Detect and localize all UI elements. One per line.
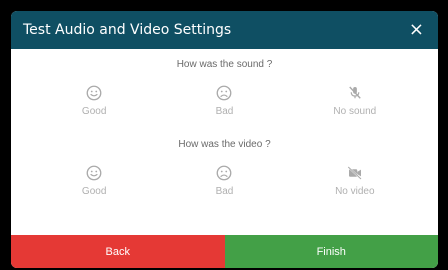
frown-icon bbox=[217, 85, 232, 101]
video-bad-label: Bad bbox=[215, 186, 234, 197]
mic-off-icon bbox=[349, 86, 361, 99]
no-sound-option[interactable]: No sound bbox=[305, 84, 405, 117]
sound-question: How was the sound ? bbox=[176, 59, 273, 70]
finish-button[interactable]: Finish bbox=[224, 235, 438, 268]
smile-icon bbox=[86, 85, 102, 101]
dialog-header: Test Audio and Video Settings × bbox=[11, 11, 438, 49]
sound-section: How was the sound ? Good Bad No sound bbox=[11, 59, 438, 117]
sound-bad-label: Bad bbox=[215, 106, 234, 117]
sound-bad-option[interactable]: Bad bbox=[174, 84, 274, 117]
sound-good-label: Good bbox=[81, 106, 107, 117]
frown-icon bbox=[217, 165, 232, 181]
dialog-title: Test Audio and Video Settings bbox=[23, 22, 232, 38]
video-off-icon bbox=[347, 166, 362, 180]
no-sound-label: No sound bbox=[333, 106, 377, 117]
no-video-label: No video bbox=[335, 186, 375, 197]
video-good-label: Good bbox=[81, 186, 107, 197]
test-settings-dialog: Test Audio and Video Settings × How was … bbox=[11, 11, 438, 268]
video-good-option[interactable]: Good bbox=[44, 164, 144, 197]
dialog-footer: Back Finish bbox=[11, 235, 438, 268]
no-video-option[interactable]: No video bbox=[305, 164, 405, 197]
sound-good-option[interactable]: Good bbox=[44, 84, 144, 117]
video-bad-option[interactable]: Bad bbox=[174, 164, 274, 197]
video-section: How was the video ? Good Bad No video bbox=[11, 139, 438, 197]
close-icon[interactable]: × bbox=[405, 19, 428, 41]
smile-icon bbox=[86, 165, 102, 181]
video-question: How was the video ? bbox=[178, 139, 271, 150]
back-button[interactable]: Back bbox=[11, 235, 225, 268]
